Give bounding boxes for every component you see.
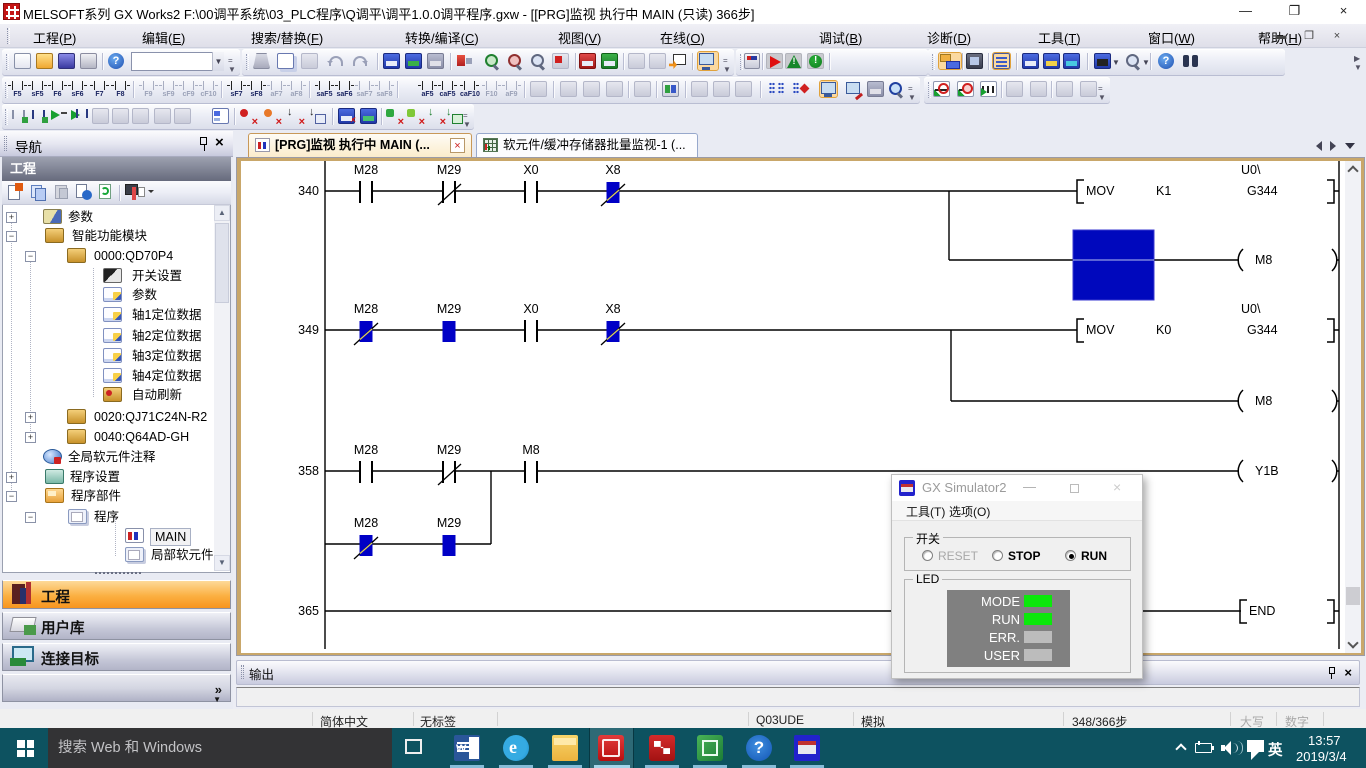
svg-text:X8: X8	[605, 302, 620, 316]
svg-text:M28: M28	[354, 302, 378, 316]
svg-text:M8: M8	[1255, 253, 1272, 267]
svg-text:X8: X8	[605, 163, 620, 177]
svg-text:M29: M29	[437, 516, 461, 530]
svg-text:M29: M29	[437, 302, 461, 316]
svg-text:X0: X0	[523, 302, 538, 316]
svg-text:M29: M29	[437, 443, 461, 457]
svg-text:M8: M8	[1255, 394, 1272, 408]
svg-text:K0: K0	[1156, 323, 1171, 337]
svg-text:U0\: U0\	[1241, 163, 1261, 177]
svg-text:M28: M28	[354, 443, 378, 457]
svg-text:365: 365	[298, 604, 319, 618]
svg-text:M29: M29	[437, 163, 461, 177]
svg-text:X0: X0	[523, 163, 538, 177]
svg-text:M8: M8	[522, 443, 539, 457]
svg-text:U0\: U0\	[1241, 302, 1261, 316]
svg-text:340: 340	[298, 184, 319, 198]
svg-text:349: 349	[298, 323, 319, 337]
svg-text:K1: K1	[1156, 184, 1171, 198]
svg-text:MOV: MOV	[1086, 184, 1115, 198]
svg-text:358: 358	[298, 464, 319, 478]
svg-text:M28: M28	[354, 516, 378, 530]
svg-text:G344: G344	[1247, 323, 1278, 337]
svg-text:M28: M28	[354, 163, 378, 177]
svg-text:MOV: MOV	[1086, 323, 1115, 337]
svg-text:G344: G344	[1247, 184, 1278, 198]
svg-text:END: END	[1249, 604, 1275, 618]
svg-text:Y1B: Y1B	[1255, 464, 1279, 478]
